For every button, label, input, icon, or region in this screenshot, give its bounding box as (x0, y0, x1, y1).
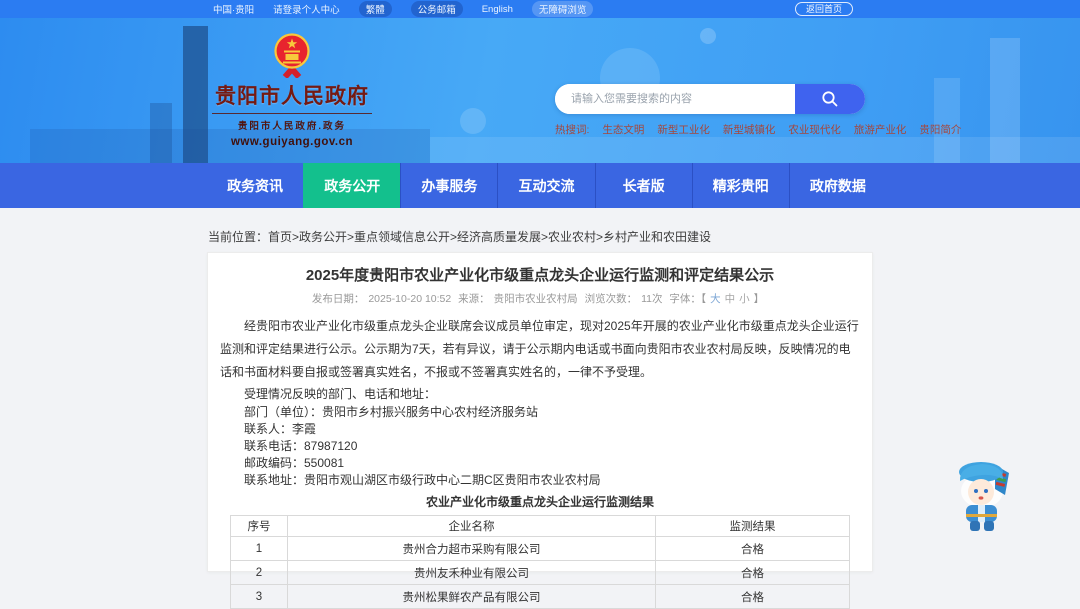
hot-word-link[interactable]: 新型城镇化 (723, 122, 776, 137)
table-header-no: 序号 (230, 515, 288, 537)
article-body: 经贵阳市农业产业化市级重点龙头企业联席会议成员单位审定，现对2025年开展的农业… (220, 315, 860, 609)
table-caption: 农业产业化市级重点龙头企业运行监测结果 (425, 495, 654, 509)
banner-bokeh-decoration (700, 28, 716, 44)
font-size-small-button[interactable]: 小 (739, 293, 750, 305)
row-no: 3 (230, 584, 288, 609)
contact-address: 联系地址：贵阳市观山湖区市级行政中心二期C区贵阳市农业农村局 (244, 473, 601, 487)
top-utility-bar: 中国·贵阳 请登录个人中心 繁體 公务邮箱 English 无障碍浏览 返回首页 (0, 0, 1080, 18)
contact-postcode: 邮政编码：550081 (244, 456, 345, 470)
article-paragraph: 经贵阳市农业产业化市级重点龙头企业联席会议成员单位审定，现对2025年开展的农业… (220, 319, 859, 379)
banner-building-decoration (183, 26, 208, 163)
nav-item-zwgk-active[interactable]: 政务公开 (303, 163, 401, 208)
hot-word-link[interactable]: 生态文明 (602, 122, 644, 137)
hot-word-link[interactable]: 贵阳简介 (919, 122, 961, 137)
topbar-mail-link[interactable]: 公务邮箱 (410, 1, 463, 17)
table-row: 1 贵州合力超市采购有限公司 合格 (230, 536, 850, 561)
table-header-row: 序号 企业名称 监测结果 (230, 515, 850, 537)
font-size-bracket: 】 (753, 293, 765, 305)
search-button[interactable] (795, 84, 865, 114)
topbar-english-link[interactable]: English (482, 4, 513, 15)
search-box (555, 84, 865, 114)
row-company: 贵州松果鲜农产品有限公司 (287, 584, 656, 609)
banner-skyline-decoration (430, 137, 1080, 163)
views-value: 11次 (641, 293, 663, 305)
source-label: 来源： (458, 293, 490, 305)
search-area: 热搜词: 生态文明 新型工业化 新型城镇化 农业现代化 旅游产业化 贵阳简介 (555, 84, 961, 137)
topbar-region-link[interactable]: 中国·贵阳 (213, 2, 254, 16)
banner-building-decoration (934, 78, 960, 163)
row-no: 2 (230, 560, 288, 585)
nav-item-lzb[interactable]: 长者版 (594, 163, 692, 208)
article-title: 2025年度贵阳市农业产业化市级重点龙头企业运行监测和评定结果公示 (305, 267, 775, 284)
table-row: 3 贵州松果鲜农产品有限公司 合格 (230, 584, 850, 609)
assistant-mascot-icon[interactable] (951, 451, 1017, 533)
nav-item-zfsj[interactable]: 政府数据 (788, 163, 886, 208)
contact-person: 联系人：李霞 (244, 422, 317, 436)
font-size-label: 字体：【 (669, 293, 707, 305)
font-size-medium-button[interactable]: 中 (725, 293, 736, 305)
banner-bokeh-decoration (460, 108, 486, 134)
hot-word-link[interactable]: 新型工业化 (657, 122, 710, 137)
views-label: 浏览次数： (584, 293, 638, 305)
banner-building-decoration (990, 38, 1020, 163)
nav-item-jcgy[interactable]: 精彩贵阳 (691, 163, 789, 208)
publish-date: 2025-10-20 10:52 (368, 293, 452, 305)
page-body: 当前位置：首页>政务公开>重点领域信息公开>经济高质量发展>农业农村>乡村产业和… (0, 208, 1080, 609)
breadcrumb: 当前位置：首页>政务公开>重点领域信息公开>经济高质量发展>农业农村>乡村产业和… (208, 228, 711, 245)
row-result: 合格 (655, 560, 850, 585)
site-logo[interactable]: 贵阳市人民政府 贵阳市人民政府.政务 www.guiyang.gov.cn (210, 31, 374, 148)
nav-item-hdjl[interactable]: 互动交流 (497, 163, 594, 208)
hot-search-words: 热搜词: 生态文明 新型工业化 新型城镇化 农业现代化 旅游产业化 贵阳简介 (555, 122, 961, 137)
search-input[interactable] (555, 84, 795, 114)
table-row: 2 贵州友禾种业有限公司 合格 (230, 560, 850, 585)
font-size-large-button[interactable]: 大 (710, 293, 721, 305)
article-card: 2025年度贵阳市农业产业化市级重点龙头企业运行监测和评定结果公示 发布日期： 2… (207, 252, 873, 609)
site-banner: 贵阳市人民政府 贵阳市人民政府.政务 www.guiyang.gov.cn 热搜… (0, 18, 1080, 163)
topbar-accessibility-link[interactable]: 无障碍浏览 (531, 1, 594, 17)
topbar-login-link[interactable]: 请登录个人中心 (273, 2, 340, 16)
row-result: 合格 (655, 536, 850, 561)
contact-department: 部门（单位）：贵阳市乡村振兴服务中心农村经济服务站 (244, 405, 539, 419)
publish-date-label: 发布日期： (311, 293, 365, 305)
site-title: 贵阳市人民政府 (215, 85, 369, 108)
topbar-traditional-link[interactable]: 繁體 (358, 1, 392, 17)
nav-item-zwzx[interactable]: 政务资讯 (207, 163, 303, 208)
row-result: 合格 (655, 584, 850, 609)
table-header-result: 监测结果 (655, 515, 850, 537)
table-header-name: 企业名称 (287, 515, 656, 537)
monitoring-result-table: 序号 企业名称 监测结果 1 贵州合力超市采购有限公司 合格 2 贵州友禾种业有… (230, 515, 850, 609)
main-navigation: 政务资讯 政务公开 办事服务 互动交流 长者版 精彩贵阳 政府数据 (0, 163, 1080, 208)
search-icon (822, 91, 838, 107)
site-url: www.guiyang.gov.cn (230, 136, 354, 148)
row-company: 贵州友禾种业有限公司 (287, 560, 656, 585)
breadcrumb-label: 当前位置： (208, 230, 269, 244)
contact-intro: 受理情况反映的部门、电话和地址： (244, 387, 437, 401)
banner-building-decoration (150, 103, 172, 163)
nav-item-bsfw[interactable]: 办事服务 (400, 163, 497, 208)
article-meta: 发布日期： 2025-10-20 10:52 来源： 贵阳市农业农村局 浏览次数： 1… (220, 291, 860, 306)
site-title-divider (212, 113, 372, 114)
row-company: 贵州合力超市采购有限公司 (287, 536, 656, 561)
back-home-button[interactable]: 返回首页 (794, 2, 853, 16)
breadcrumb-path[interactable]: 首页>政务公开>重点领域信息公开>经济高质量发展>农业农村>乡村产业和农田建设 (268, 230, 711, 244)
site-subtitle: 贵阳市人民政府.政务 (237, 121, 347, 132)
hot-word-link[interactable]: 旅游产业化 (854, 122, 907, 137)
hot-word-link[interactable]: 农业现代化 (788, 122, 841, 137)
contact-phone: 联系电话：87987120 (244, 439, 358, 453)
national-emblem-icon (274, 33, 310, 78)
hot-words-label: 热搜词: (555, 124, 590, 136)
source-value: 贵阳市农业农村局 (493, 293, 578, 305)
row-no: 1 (230, 536, 288, 561)
